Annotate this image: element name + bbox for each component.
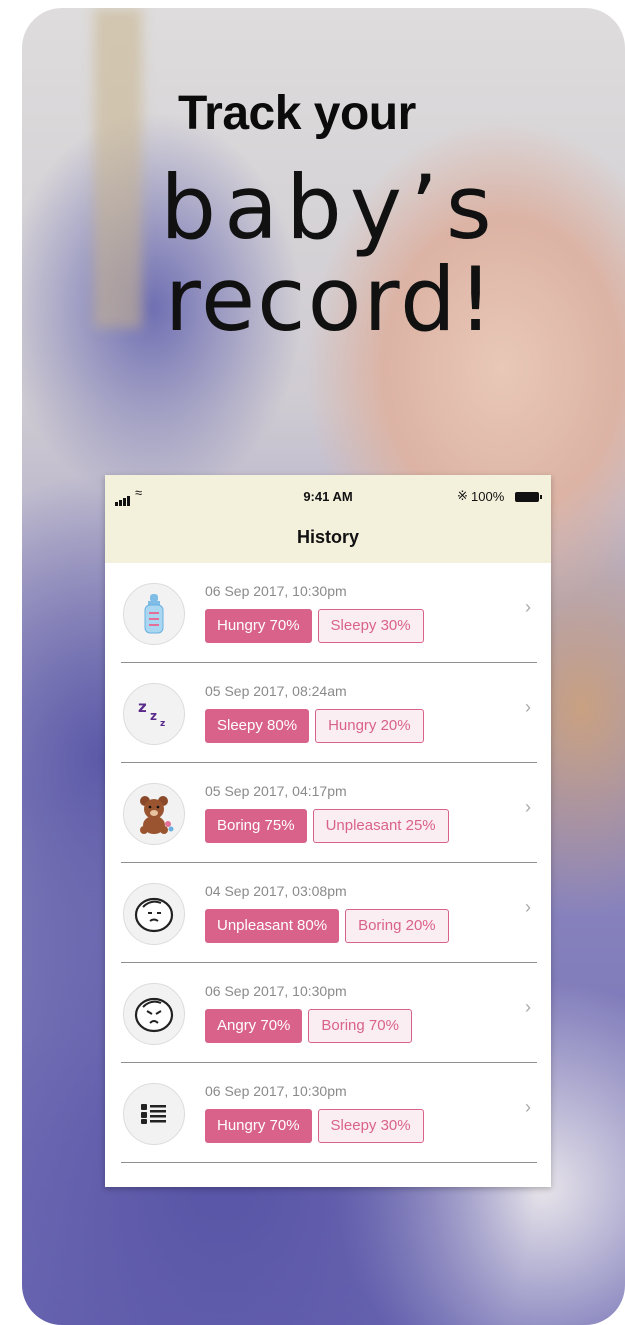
page-title: History	[296, 527, 359, 547]
baby-face-icon	[123, 883, 185, 945]
list-item[interactable]: 06 Sep 2017, 10:30pm Hungry 70% Sleepy 3…	[121, 563, 537, 663]
headline-line1: baby’s	[160, 156, 500, 259]
primary-tag: Sleepy 80%	[205, 709, 310, 743]
phone-screen: ≈ 9:41 AM ※ 100% History 06 Sep 2017, 10…	[105, 475, 551, 1187]
history-list: 06 Sep 2017, 10:30pm Hungry 70% Sleepy 3…	[105, 563, 551, 1163]
primary-tag: Hungry 70%	[205, 609, 312, 643]
battery-percent: 100%	[471, 489, 505, 504]
background-photo-blur	[94, 8, 142, 328]
secondary-tag: Hungry 20%	[315, 709, 424, 743]
primary-tag: Unpleasant 80%	[205, 909, 340, 943]
secondary-tag: Sleepy 30%	[317, 609, 424, 643]
chevron-right-icon: ›	[525, 1097, 531, 1117]
bluetooth-icon: ※	[457, 488, 468, 503]
list-item[interactable]: 06 Sep 2017, 10:30pm Angry 70% Boring 70…	[121, 963, 537, 1063]
record-date: 06 Sep 2017, 10:30pm	[205, 583, 347, 599]
secondary-tag: Unpleasant 25%	[312, 809, 449, 843]
chevron-right-icon: ›	[525, 797, 531, 817]
chevron-right-icon: ›	[525, 697, 531, 717]
angry-baby-icon	[123, 983, 185, 1045]
chevron-right-icon: ›	[525, 897, 531, 917]
primary-tag: Angry 70%	[205, 1009, 303, 1043]
list-item[interactable]: 06 Sep 2017, 10:30pm Hungry 70% Sleepy 3…	[121, 1063, 537, 1163]
headline-line2: record!	[164, 248, 496, 351]
secondary-tag: Sleepy 30%	[317, 1109, 424, 1143]
headline-bold: Track your	[178, 87, 416, 140]
secondary-tag: Boring 70%	[308, 1009, 412, 1043]
record-date: 05 Sep 2017, 08:24am	[205, 683, 347, 699]
primary-tag: Boring 75%	[205, 809, 307, 843]
record-date: 04 Sep 2017, 03:08pm	[205, 883, 347, 899]
battery-icon	[515, 492, 542, 502]
chevron-right-icon: ›	[525, 997, 531, 1017]
navigation-bar: ≈ 9:41 AM ※ 100% History	[105, 475, 551, 563]
list-item[interactable]: z z z 05 Sep 2017, 08:24am Sleepy 80% Hu…	[121, 663, 537, 763]
zzz-icon: z z z	[123, 683, 185, 745]
teddy-bear-icon	[123, 783, 185, 845]
bottle-icon	[123, 583, 185, 645]
chevron-right-icon: ›	[525, 597, 531, 617]
svg-text:z: z	[160, 719, 165, 729]
svg-text:z: z	[150, 709, 157, 723]
status-bar: ≈ 9:41 AM ※ 100%	[105, 485, 551, 507]
svg-text:z: z	[138, 698, 147, 716]
primary-tag: Hungry 70%	[205, 1109, 312, 1143]
list-item[interactable]: 04 Sep 2017, 03:08pm Unpleasant 80% Bori…	[121, 863, 537, 963]
list-icon	[123, 1083, 185, 1145]
record-date: 06 Sep 2017, 10:30pm	[205, 983, 347, 999]
record-date: 06 Sep 2017, 10:30pm	[205, 1083, 347, 1099]
record-date: 05 Sep 2017, 04:17pm	[205, 783, 347, 799]
secondary-tag: Boring 20%	[345, 909, 449, 943]
list-item[interactable]: 05 Sep 2017, 04:17pm Boring 75% Unpleasa…	[121, 763, 537, 863]
